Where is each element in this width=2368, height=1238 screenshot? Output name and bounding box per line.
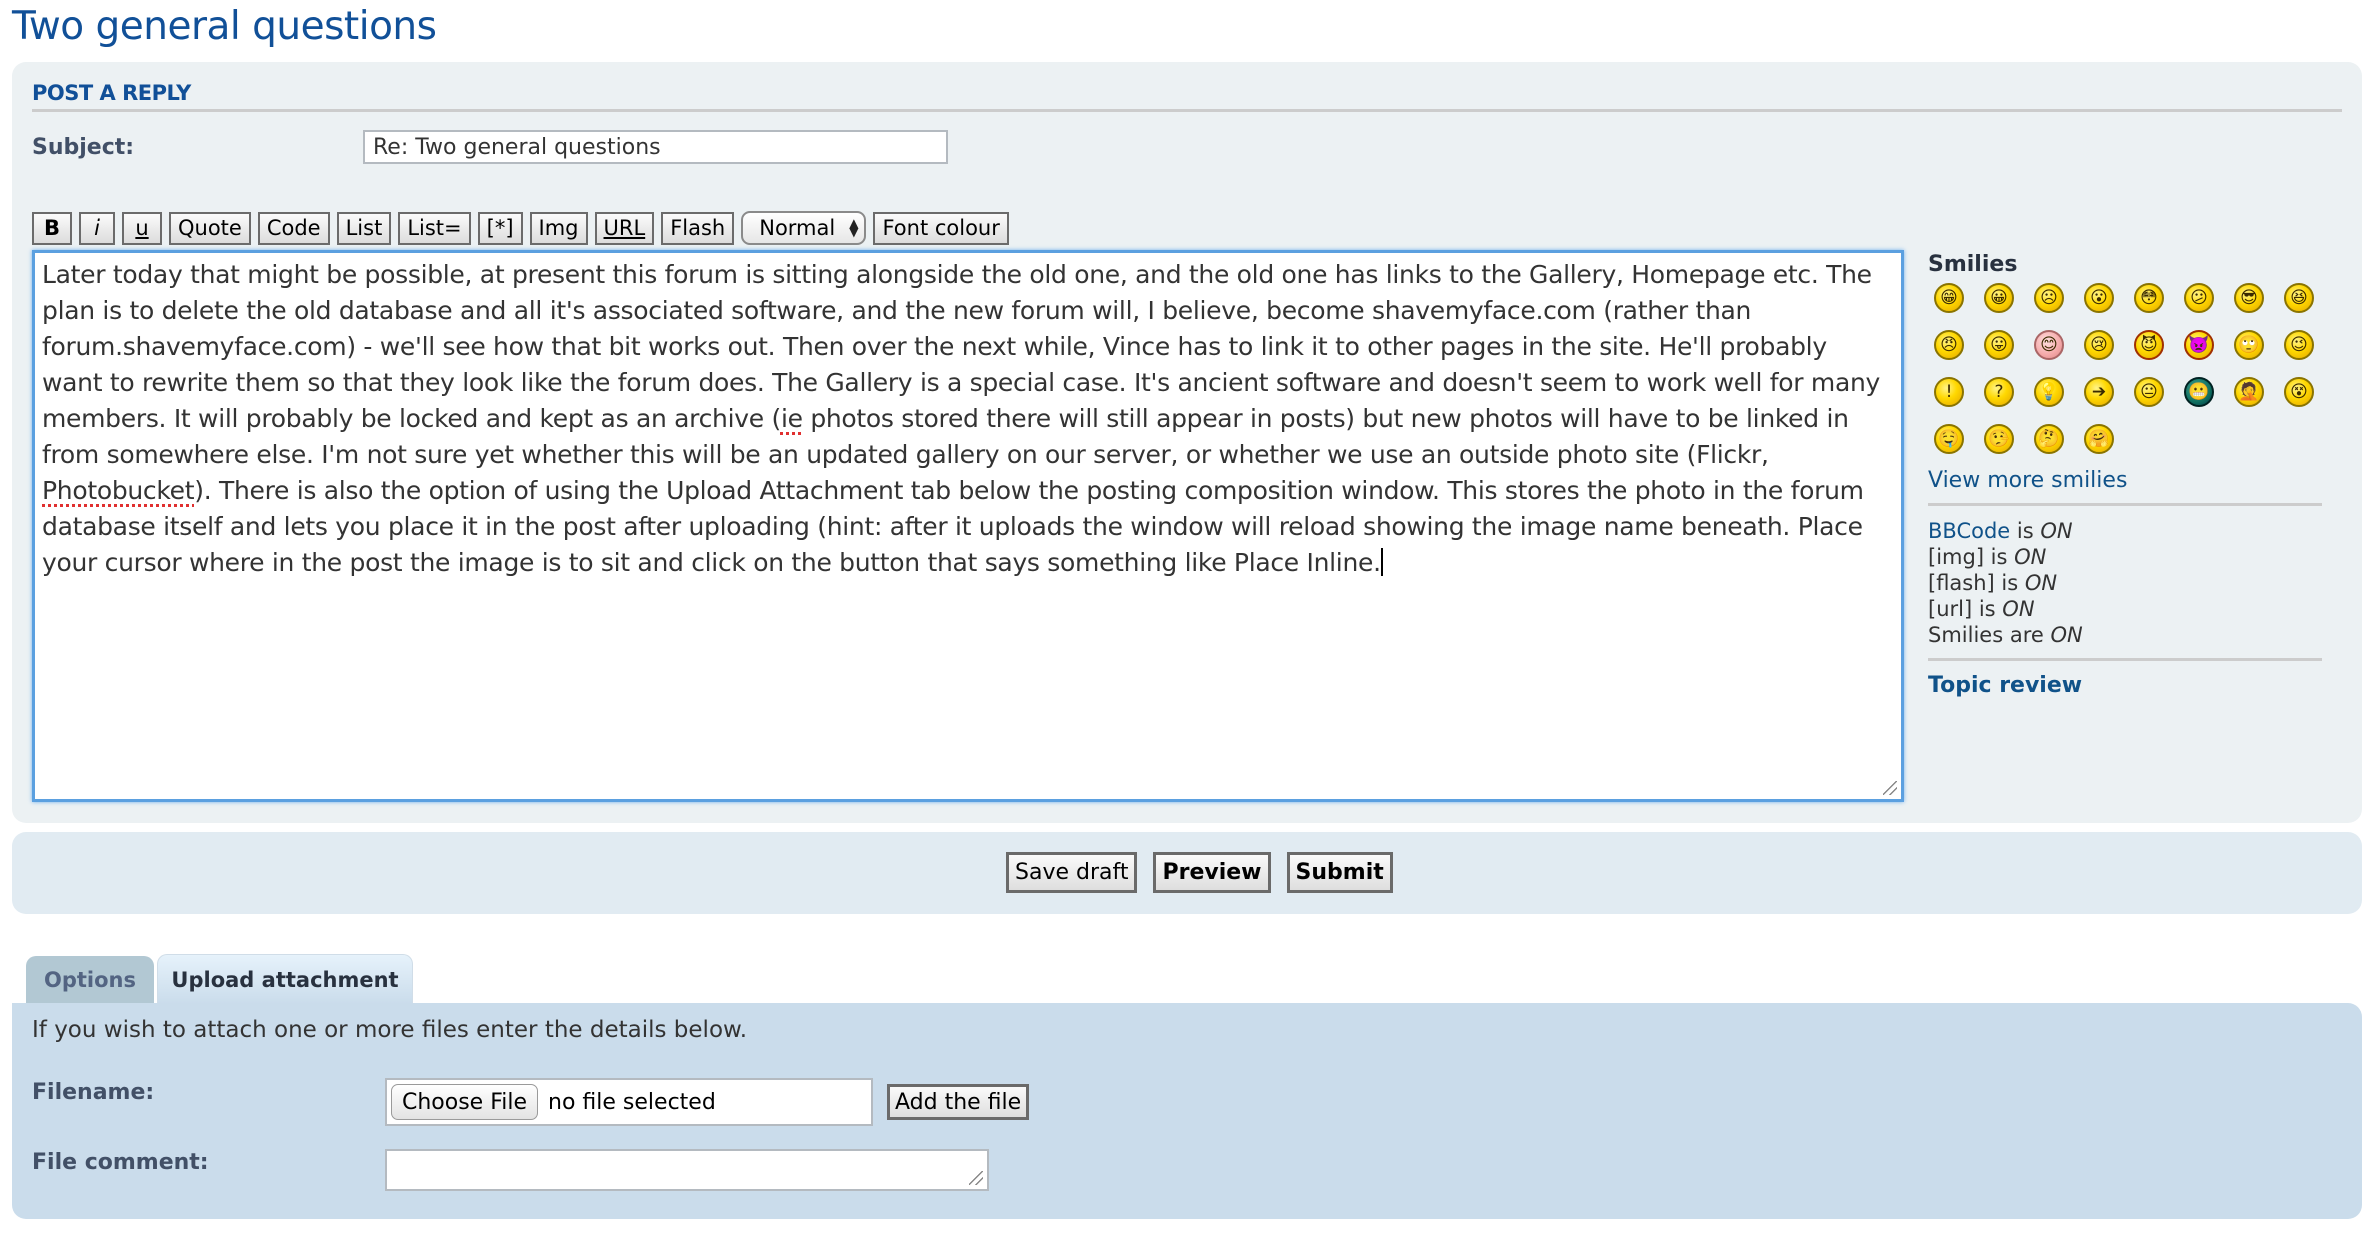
resize-handle-icon[interactable] bbox=[1883, 781, 1897, 795]
font-colour-button[interactable]: Font colour bbox=[873, 211, 1009, 245]
divider bbox=[1928, 503, 2322, 506]
bbcode-status: BBCode is ON bbox=[1928, 519, 2073, 543]
smiley-geek-icon[interactable]: 🤦 bbox=[2234, 377, 2264, 407]
smilies-status: Smilies are ON bbox=[1928, 623, 2083, 647]
flash-button[interactable]: Flash bbox=[661, 211, 735, 245]
smiley-twisted-evil-icon[interactable]: 👿 bbox=[2184, 330, 2214, 360]
url-status: [url] is ON bbox=[1928, 597, 2035, 621]
select-arrows-icon: ▲ ▼ bbox=[849, 216, 859, 239]
smiley-neutral-icon[interactable]: 😐 bbox=[2134, 377, 2164, 407]
misspelled-word: Photobucket bbox=[42, 476, 195, 505]
italic-button[interactable]: i bbox=[79, 211, 115, 245]
file-comment-textarea[interactable] bbox=[385, 1149, 989, 1191]
upload-attachment-panel: If you wish to attach one or more files … bbox=[12, 1003, 2362, 1219]
smiley-hug-icon[interactable]: 🤗 bbox=[2084, 424, 2114, 454]
post-reply-panel: POST A REPLY Subject: B i u Quote Code L… bbox=[12, 62, 2362, 823]
smiley-mad-icon[interactable]: 😠 bbox=[1934, 330, 1964, 360]
smilies-sidebar: Smilies 😁 😀 ☹ 😮 😳 😕 😎 😆 😠 😛 😊 😢 😈 👿 🙄 😉!? 💡 ➔ 😐 😬 🤦 😵 🤤 🤥 🤔 🤗 Vie… bbox=[1928, 252, 2342, 698]
code-button[interactable]: Code bbox=[257, 211, 330, 245]
view-more-smilies-link[interactable]: View more smilies bbox=[1928, 468, 2342, 493]
smiley-evil-icon[interactable]: 😈 bbox=[2134, 330, 2164, 360]
smiley-embarrassed-icon[interactable]: 😊 bbox=[2034, 330, 2064, 360]
smiley-eek-icon[interactable]: 😳 bbox=[2134, 283, 2164, 313]
file-comment-label: File comment: bbox=[32, 1150, 209, 1175]
ordered-list-button[interactable]: List= bbox=[398, 211, 471, 245]
smiley-ugeek-icon[interactable]: 😵 bbox=[2284, 377, 2314, 407]
smiley-wink-icon[interactable]: 😉 bbox=[2284, 330, 2314, 360]
bold-button[interactable]: B bbox=[32, 211, 72, 245]
smiley-exclamation-icon[interactable]: ! bbox=[1934, 377, 1964, 407]
subject-input[interactable] bbox=[363, 130, 948, 164]
file-input[interactable]: Choose File no file selected bbox=[385, 1078, 873, 1126]
img-button[interactable]: Img bbox=[529, 211, 588, 245]
quote-button[interactable]: Quote bbox=[169, 211, 251, 245]
smilies-heading: Smilies bbox=[1928, 252, 2018, 277]
tab-upload-attachment[interactable]: Upload attachment bbox=[157, 954, 413, 1004]
preview-button[interactable]: Preview bbox=[1153, 852, 1271, 893]
subject-label: Subject: bbox=[32, 135, 135, 160]
font-size-select[interactable]: Normal ▲ ▼ bbox=[741, 211, 867, 245]
smiley-rolling-eyes-icon[interactable]: 🙄 bbox=[2234, 330, 2264, 360]
font-size-value: Normal bbox=[759, 216, 836, 240]
submit-button[interactable]: Submit bbox=[1286, 852, 1393, 893]
smiley-thinking-icon[interactable]: 🤔 bbox=[2034, 424, 2064, 454]
smiley-very-happy-icon[interactable]: 😁 bbox=[1934, 283, 1964, 313]
tab-options[interactable]: Options bbox=[26, 956, 154, 1003]
bbcode-toolbar: B i u Quote Code List List= [*] Img URL … bbox=[32, 210, 1009, 246]
bbcode-link[interactable]: BBCode bbox=[1928, 519, 2010, 543]
smiley-cool-icon[interactable]: 😎 bbox=[2234, 283, 2264, 313]
topic-review-link[interactable]: Topic review bbox=[1928, 673, 2342, 698]
resize-handle-icon[interactable] bbox=[969, 1171, 983, 1185]
divider bbox=[1928, 658, 2322, 661]
choose-file-button[interactable]: Choose File bbox=[391, 1084, 539, 1120]
save-draft-button[interactable]: Save draft bbox=[1006, 852, 1138, 893]
url-button[interactable]: URL bbox=[594, 211, 655, 245]
add-file-button[interactable]: Add the file bbox=[887, 1084, 1030, 1120]
smiley-arrow-icon[interactable]: ➔ bbox=[2084, 377, 2114, 407]
filename-label: Filename: bbox=[32, 1080, 155, 1105]
message-text: ). There is also the option of using the… bbox=[42, 476, 1872, 577]
list-button[interactable]: List bbox=[336, 211, 392, 245]
smiley-surprised-icon[interactable]: 😮 bbox=[2084, 283, 2114, 313]
img-status: [img] is ON bbox=[1928, 545, 2047, 569]
smiley-smile-icon[interactable]: 😀 bbox=[1984, 283, 2014, 313]
attach-instructions: If you wish to attach one or more files … bbox=[32, 1017, 748, 1043]
section-heading: POST A REPLY bbox=[32, 81, 191, 105]
smiley-idea-icon[interactable]: 💡 bbox=[2034, 377, 2064, 407]
text-cursor bbox=[1380, 548, 1383, 576]
page-title: Two general questions bbox=[12, 4, 437, 49]
smiley-liar-icon[interactable]: 🤥 bbox=[1984, 424, 2014, 454]
smiley-razz-icon[interactable]: 😛 bbox=[1984, 330, 2014, 360]
smiley-question-icon[interactable]: ? bbox=[1984, 377, 2014, 407]
misspelled-word: ie bbox=[780, 404, 803, 433]
divider bbox=[32, 109, 2342, 112]
submit-buttons: Save draft Preview Submit bbox=[1006, 852, 1393, 893]
message-textarea[interactable]: Later today that might be possible, at p… bbox=[32, 250, 1904, 802]
smiley-confused-icon[interactable]: 😕 bbox=[2184, 283, 2214, 313]
smilies-grid: 😁 😀 ☹ 😮 😳 😕 😎 😆 😠 😛 😊 😢 😈 👿 🙄 😉!? 💡 ➔ 😐 😬 🤦 😵 🤤 🤥 🤔 🤗 bbox=[1934, 283, 2342, 454]
file-status-text: no file selected bbox=[548, 1089, 716, 1115]
flash-status: [flash] is ON bbox=[1928, 571, 2058, 595]
smiley-crying-icon[interactable]: 😢 bbox=[2084, 330, 2114, 360]
list-item-button[interactable]: [*] bbox=[477, 211, 523, 245]
underline-button[interactable]: u bbox=[122, 211, 162, 245]
smiley-drool-icon[interactable]: 🤤 bbox=[1934, 424, 1964, 454]
smiley-laughing-icon[interactable]: 😆 bbox=[2284, 283, 2314, 313]
submit-panel: Save draft Preview Submit bbox=[12, 832, 2362, 914]
smiley-sad-icon[interactable]: ☹ bbox=[2034, 283, 2064, 313]
smiley-mr-green-icon[interactable]: 😬 bbox=[2184, 377, 2214, 407]
